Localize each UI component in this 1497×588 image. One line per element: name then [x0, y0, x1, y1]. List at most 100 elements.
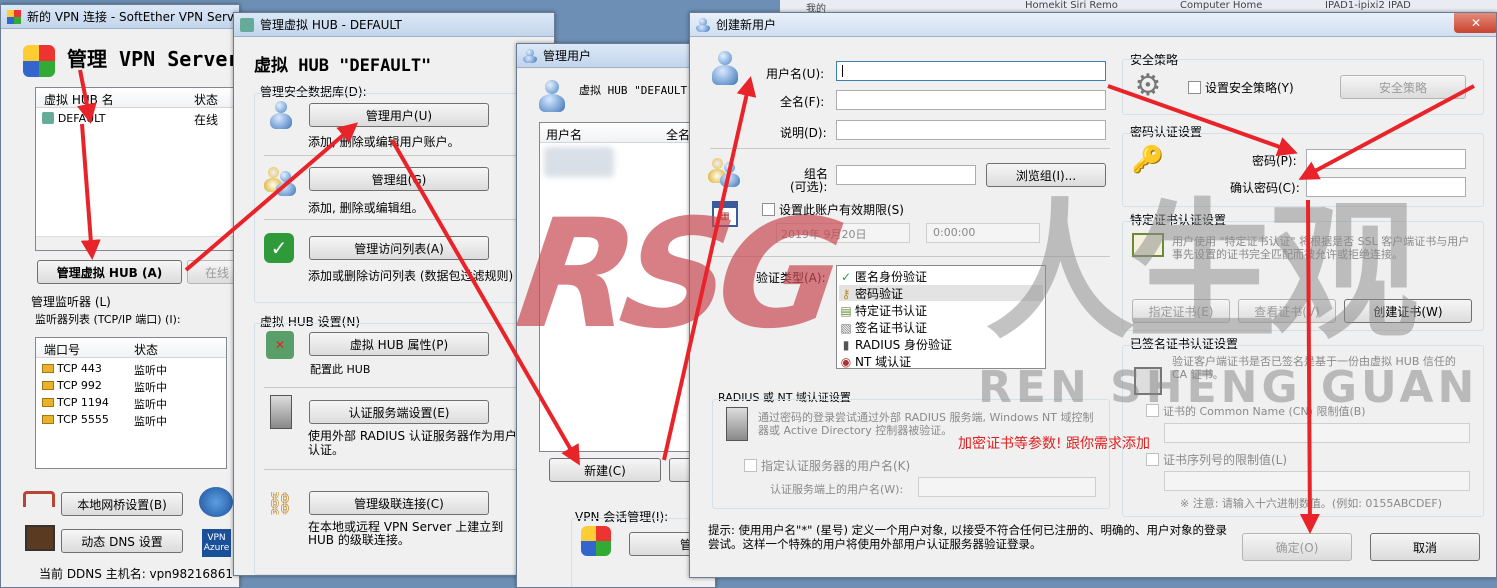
auth-type-label: 签名证书认证	[855, 321, 928, 335]
column-header[interactable]: 用户名	[546, 126, 582, 143]
signed-cert-icon	[1134, 367, 1162, 395]
access-list-button[interactable]: 管理访问列表(A)	[309, 236, 489, 260]
view-cert-button[interactable]: 查看证书(V)	[1238, 299, 1336, 323]
port-icon	[42, 381, 54, 390]
taskbar-item[interactable]: Homekit Siri Remo	[1025, 0, 1118, 11]
group-icon	[708, 158, 742, 190]
title-bar: 新的 VPN 连接 - SoftEther VPN Serv	[1, 5, 239, 29]
fullname-input[interactable]	[836, 90, 1106, 110]
auth-type-item[interactable]: ▮ RADIUS 身份验证	[839, 336, 1043, 352]
ok-button[interactable]: 确定(O)	[1242, 533, 1352, 561]
vpn-azure-icon: VPN Azure	[202, 529, 231, 557]
serial-checkbox[interactable]: 证书序列号的限制值(L)	[1146, 451, 1287, 468]
auth-type-list[interactable]: ✓ 匿名身份验证 ⚷ 密码验证 ▤ 特定证书认证 ▧ 签名证书认证 ▮ RADIUS 身份验证 ◉ N…	[836, 265, 1046, 369]
hub-status: 在线	[194, 113, 219, 127]
auth-server-button[interactable]: 认证服务端设置(E)	[309, 400, 489, 424]
browse-group-button[interactable]: 浏览组(I)...	[986, 163, 1106, 187]
auth-type-label: NT 域认证	[855, 355, 912, 369]
auth-type-item[interactable]: ✓ 匿名身份验证	[839, 268, 1043, 284]
user-icon	[696, 17, 710, 32]
manage-users-desc: 添加, 删除或编辑用户账户。	[308, 135, 460, 149]
hub-name: DEFAULT	[57, 112, 106, 125]
cn-input[interactable]	[1164, 423, 1470, 443]
cascade-button[interactable]: 管理级联连接(C)	[309, 491, 489, 515]
listener-row[interactable]: TCP 443 监听中	[42, 362, 222, 378]
note-label: 说明(D):	[780, 126, 827, 140]
user-icon	[710, 51, 740, 87]
table-row[interactable]: DEFAULT 在线	[42, 111, 232, 129]
expiry-checkbox[interactable]: 设置此账户有效期限(S)	[762, 201, 904, 218]
auth-type-item[interactable]: ▤ 特定证书认证	[839, 302, 1043, 318]
listener-row[interactable]: TCP 1194 监听中	[42, 396, 222, 412]
column-header[interactable]: 状态	[134, 341, 158, 358]
taskbar-item[interactable]: IPAD1-ipixi2 IPAD	[1325, 0, 1411, 11]
cancel-button[interactable]: 取消	[1370, 533, 1480, 561]
checkbox-box[interactable]	[1146, 453, 1159, 466]
server-icon	[726, 407, 748, 441]
hub-icon	[240, 17, 254, 32]
title-bar: 管理虚拟 HUB - DEFAULT	[234, 13, 554, 37]
listener-group-label: 管理监听器 (L)	[31, 295, 111, 309]
checkbox-box[interactable]	[1188, 81, 1201, 94]
vpn-azure-label: VPN Azure	[203, 533, 230, 553]
annotation-text: 加密证书等参数! 跟你需求添加	[958, 436, 1151, 452]
page-title: 管理 VPN Server	[67, 47, 240, 71]
confirm-password-label: 确认密码(C):	[1230, 181, 1300, 195]
group-input[interactable]	[836, 165, 976, 185]
radius-user-checkbox[interactable]: 指定认证服务器的用户名(K)	[744, 457, 910, 474]
security-policy-checkbox[interactable]: 设置安全策略(Y)	[1188, 79, 1294, 96]
confirm-password-input[interactable]	[1306, 177, 1466, 197]
fullname-label: 全名(F):	[780, 95, 825, 109]
local-bridge-button[interactable]: 本地网桥设置(B)	[61, 492, 183, 516]
main-server-window: 新的 VPN 连接 - SoftEther VPN Serv 管理 VPN Se…	[0, 4, 240, 588]
ddns-button[interactable]: 动态 DNS 设置	[61, 529, 183, 553]
auth-type-item[interactable]: ▧ 签名证书认证	[839, 319, 1043, 335]
bridge-icon	[23, 491, 55, 507]
listener-row[interactable]: TCP 5555 监听中	[42, 413, 222, 429]
close-icon[interactable]: ✕	[1454, 13, 1496, 33]
auth-type-label: RADIUS 身份验证	[855, 338, 953, 352]
column-header[interactable]: 端口号	[44, 341, 80, 358]
checkbox-box[interactable]	[744, 459, 757, 472]
new-user-button[interactable]: 新建(C)	[549, 458, 661, 482]
manage-hub-window: 管理虚拟 HUB - DEFAULT 虚拟 HUB "DEFAULT" 管理安全…	[233, 12, 555, 576]
manage-groups-button[interactable]: 管理组(G)	[309, 167, 489, 191]
hub-list[interactable]: 虚拟 HUB 名 状态 DEFAULT 在线	[35, 87, 235, 251]
listener-row[interactable]: TCP 992 监听中	[42, 379, 222, 395]
hub-label: 虚拟 HUB "DEFAULT"	[579, 84, 694, 97]
cn-checkbox[interactable]: 证书的 Common Name (CN) 限制值(B)	[1146, 403, 1366, 419]
column-header[interactable]: 全名	[666, 126, 690, 143]
taskbar-item[interactable]: Computer Home	[1180, 0, 1262, 11]
column-header[interactable]: 虚拟 HUB 名	[44, 91, 114, 108]
column-header[interactable]: 状态	[194, 91, 218, 108]
expiry-time-picker[interactable]: 0:00:00	[926, 223, 1040, 243]
table-row[interactable]	[544, 147, 614, 177]
listener-status: 监听中	[134, 398, 167, 411]
security-policy-label: 设置安全策略(Y)	[1205, 81, 1294, 95]
auth-type-item[interactable]: ◉ NT 域认证	[839, 353, 1043, 369]
hub-properties-button[interactable]: 虚拟 HUB 属性(P)	[309, 332, 489, 356]
port-icon	[42, 415, 54, 424]
window-title: 新的 VPN 连接 - SoftEther VPN Serv	[27, 10, 234, 24]
expiry-label: 设置此账户有效期限(S)	[779, 203, 904, 217]
signed-cert-desc: 验证客户端证书是否已签名是基于一份由虚拟 HUB 信任的 CA 证书。	[1172, 355, 1456, 381]
username-input[interactable]	[836, 61, 1106, 81]
manage-hub-button[interactable]: 管理虚拟 HUB (A)	[37, 260, 182, 284]
manage-users-button[interactable]: 管理用户(U)	[309, 103, 489, 127]
auth-type-item[interactable]: ⚷ 密码验证	[839, 285, 1043, 301]
serial-input[interactable]	[1164, 471, 1470, 491]
security-policy-button[interactable]: 安全策略	[1340, 75, 1466, 99]
password-input[interactable]	[1306, 149, 1466, 169]
radius-username-input[interactable]	[918, 477, 1096, 497]
specify-cert-button[interactable]: 指定证书(E)	[1132, 299, 1230, 323]
create-cert-button[interactable]: 创建证书(W)	[1344, 299, 1472, 323]
listener-port: TCP 443	[57, 362, 102, 375]
checkbox-box[interactable]	[762, 203, 775, 216]
expiry-date-picker[interactable]: 2019年 9月20日	[776, 223, 910, 243]
listener-list[interactable]: 端口号 状态 TCP 443 监听中 TCP 992 监听中 TCP 1194 监听中 TC…	[35, 337, 227, 469]
checkbox-box[interactable]	[1146, 404, 1159, 417]
note-input[interactable]	[836, 120, 1106, 140]
listener-port: TCP 992	[57, 379, 102, 392]
hub-heading: 虚拟 HUB "DEFAULT"	[254, 56, 432, 76]
horizontal-scrollbar[interactable]	[36, 236, 234, 250]
